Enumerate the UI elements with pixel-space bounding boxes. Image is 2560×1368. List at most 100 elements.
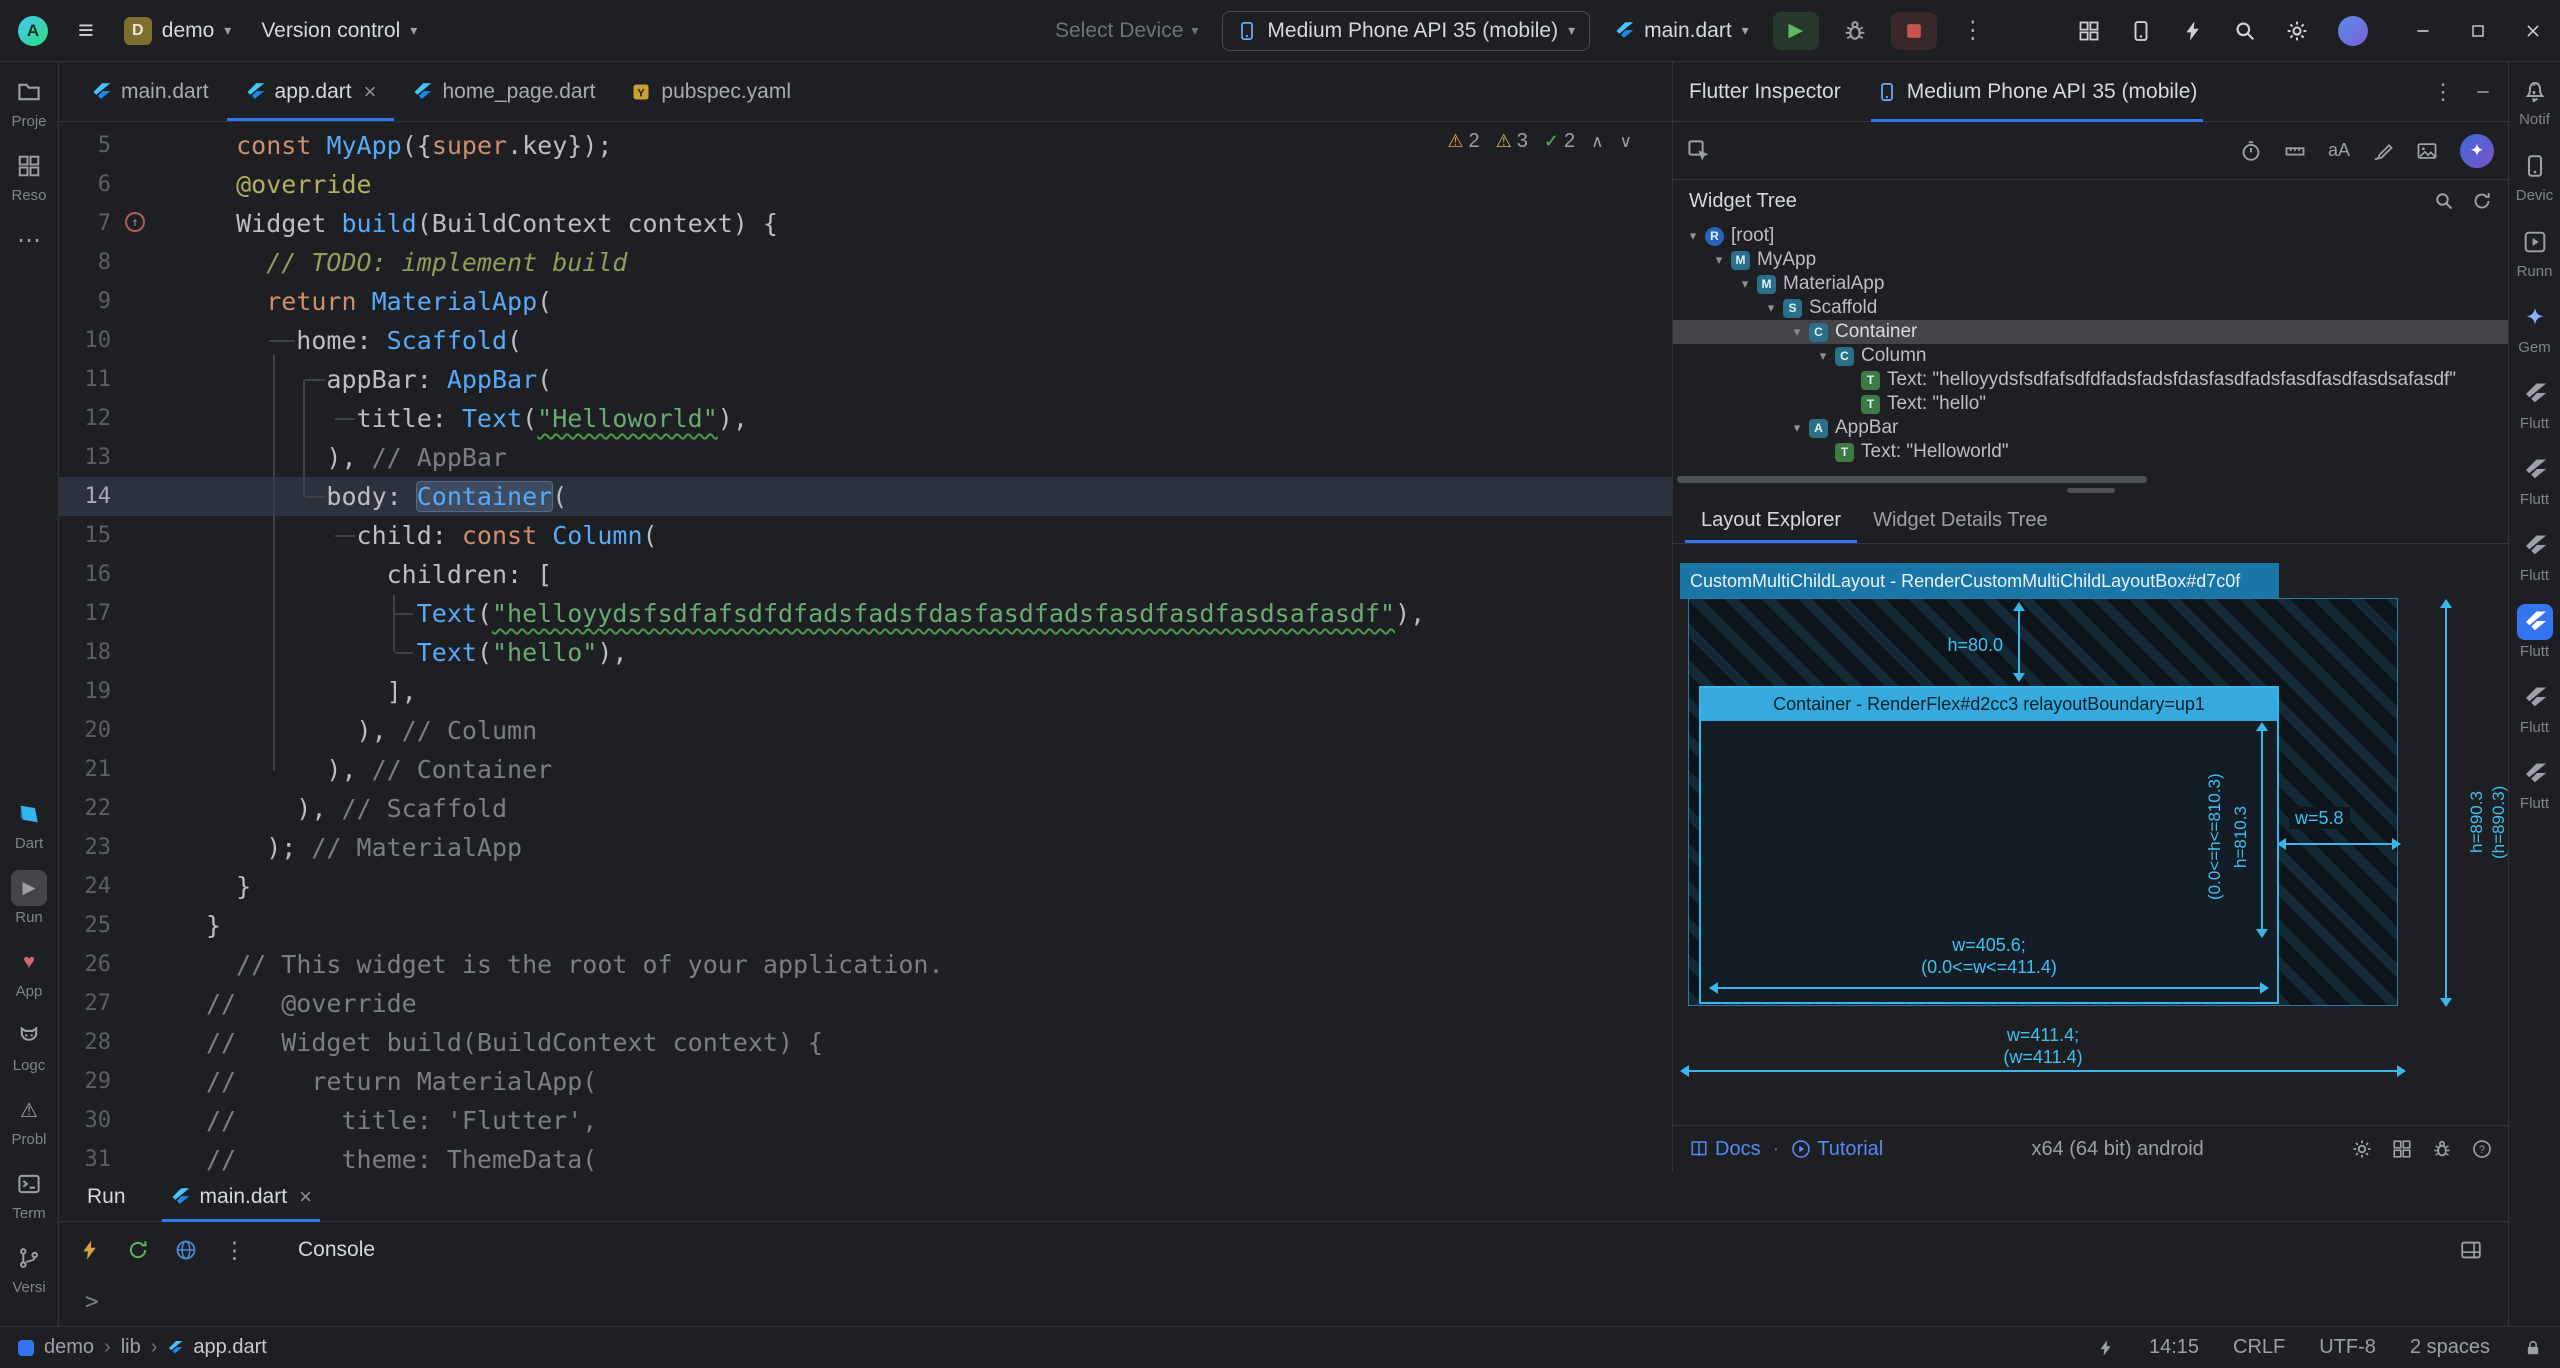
slow-animations-icon[interactable] [2240, 140, 2262, 162]
close-tab-icon[interactable]: × [299, 1184, 312, 1210]
show-guidelines-icon[interactable] [2284, 140, 2306, 162]
run-configuration-selector[interactable]: main.dart ▾ [1614, 19, 1749, 43]
minimize-button[interactable] [2414, 22, 2432, 40]
line-number[interactable]: 14 [59, 477, 111, 516]
chevron-down-icon[interactable]: ▾ [1709, 252, 1729, 268]
toolwindow-button-flutter-attach[interactable]: Flutt [2509, 680, 2560, 736]
caret-position[interactable]: 14:15 [2149, 1336, 2199, 1359]
run-tab-main-dart[interactable]: main.dart × [162, 1172, 320, 1222]
inspector-settings-icon[interactable] [2352, 1139, 2372, 1159]
tree-node-Container[interactable]: ▾CContainer [1673, 320, 2508, 344]
tree-node-Text[interactable]: TText: "helloyydsfsdfafsdfdfadsfadsfdasf… [1673, 368, 2508, 392]
code-line[interactable]: 6 @override [59, 165, 1672, 204]
select-widget-mode-icon[interactable] [1687, 139, 1711, 163]
code-line[interactable]: 7↑ Widget build(BuildContext context) { [59, 204, 1672, 243]
toolwindow-button-flutter-deep-links[interactable]: Flutt [2509, 756, 2560, 812]
line-number[interactable]: 30 [59, 1101, 111, 1140]
code-line[interactable]: 12 title: Text("Helloworld"), [59, 399, 1672, 438]
code-line[interactable]: 22 ), // Scaffold [59, 789, 1672, 828]
code-line[interactable]: 28// Widget build(BuildContext context) … [59, 1023, 1672, 1062]
editor-tab-app.dart[interactable]: app.dart× [227, 62, 395, 121]
highlight-repaints-icon[interactable] [2372, 140, 2394, 162]
code-line[interactable]: 20 ), // Column [59, 711, 1672, 750]
inspector-device-tab[interactable]: Medium Phone API 35 (mobile) [1871, 62, 2204, 122]
tutorial-link[interactable]: Tutorial [1791, 1138, 1883, 1161]
warnings-count[interactable]: ⚠ 2 [1447, 130, 1479, 153]
hide-panel-icon[interactable] [2474, 83, 2492, 101]
line-number[interactable]: 8 [59, 243, 111, 282]
settings-icon[interactable] [2286, 20, 2308, 42]
project-selector[interactable]: D demo ▾ [124, 17, 232, 45]
code-line[interactable]: 18 Text("hello"), [59, 633, 1672, 672]
gemini-button[interactable] [2460, 134, 2494, 168]
toolwindow-button-terminal[interactable]: Term [0, 1166, 58, 1222]
toolwindow-button-resource-manager[interactable]: Reso [0, 148, 58, 204]
chevron-down-icon[interactable]: ▾ [1787, 420, 1807, 436]
tree-node-MyApp[interactable]: ▾MMyApp [1673, 248, 2508, 272]
hot-reload-icon[interactable] [79, 1239, 101, 1261]
close-button[interactable] [2524, 22, 2542, 40]
line-number[interactable]: 10 [59, 321, 111, 360]
code-line[interactable]: 25} [59, 906, 1672, 945]
highlight-oversized-images-icon[interactable] [2416, 140, 2438, 162]
editor-tab-main.dart[interactable]: main.dart [73, 62, 227, 121]
tree-node-Scaffold[interactable]: ▾SScaffold [1673, 296, 2508, 320]
layout-settings-icon[interactable] [2460, 1239, 2482, 1261]
tab-widget-details-tree[interactable]: Widget Details Tree [1857, 498, 2064, 543]
close-tab-icon[interactable]: × [364, 79, 377, 105]
line-number[interactable]: 13 [59, 438, 111, 477]
line-separator[interactable]: CRLF [2233, 1336, 2285, 1359]
toolwindow-button-app-quality-insights[interactable]: ♥App [0, 944, 58, 1000]
code-line[interactable]: 29// return MaterialApp( [59, 1062, 1672, 1101]
open-devtools-icon[interactable] [175, 1239, 197, 1261]
toolwindow-button-problems[interactable]: ⚠Probl [0, 1092, 58, 1148]
search-icon[interactable] [2234, 20, 2256, 42]
line-number[interactable]: 24 [59, 867, 111, 906]
line-number[interactable]: 25 [59, 906, 111, 945]
bug-report-icon[interactable] [2432, 1139, 2452, 1159]
code-line[interactable]: 15 child: const Column( [59, 516, 1672, 555]
code-line[interactable]: 16 children: [ [59, 555, 1672, 594]
device-manager-icon[interactable] [2078, 20, 2100, 42]
line-number[interactable]: 17 [59, 594, 111, 633]
line-number[interactable]: 21 [59, 750, 111, 789]
console-output[interactable]: > [59, 1278, 2508, 1326]
breadcrumb-folder[interactable]: lib [121, 1336, 141, 1359]
tab-options-icon[interactable]: ⋮ [2522, 62, 2546, 122]
weak-warnings-count[interactable]: ⚠ 3 [1496, 130, 1528, 153]
code-line[interactable]: 27// @override [59, 984, 1672, 1023]
run-button[interactable]: ▶ [1773, 12, 1819, 50]
prev-issue-icon[interactable]: ∧ [1591, 132, 1603, 152]
line-number[interactable]: 5 [59, 126, 111, 165]
toolwindow-button-run[interactable]: ▶Run [0, 870, 58, 926]
code-line[interactable]: 23 ); // MaterialApp [59, 828, 1672, 867]
override-gutter-icon[interactable]: ↑ [125, 212, 145, 232]
user-avatar[interactable] [2338, 16, 2368, 46]
more-actions-icon[interactable]: ⋮ [223, 1237, 246, 1264]
extensions-icon[interactable] [2392, 1139, 2412, 1159]
editor-tab-home_page.dart[interactable]: home_page.dart [394, 62, 613, 121]
chevron-down-icon[interactable]: ▾ [1761, 300, 1781, 316]
passed-count[interactable]: ✓ 2 [1544, 130, 1575, 153]
code-line[interactable]: 13 ), // AppBar [59, 438, 1672, 477]
toolwindow-button-gemini[interactable]: Gem [2509, 300, 2560, 356]
lightning-icon[interactable] [2182, 20, 2204, 42]
toolwindow-button-logcat[interactable]: Logc [0, 1018, 58, 1074]
code-line[interactable]: 24 } [59, 867, 1672, 906]
vcs-widget[interactable]: Version control ▾ [261, 19, 417, 43]
code-line[interactable]: 30// title: 'Flutter', [59, 1101, 1672, 1140]
docs-link[interactable]: Docs [1689, 1138, 1761, 1161]
show-baselines-icon[interactable]: aA [2328, 140, 2350, 161]
horizontal-scrollbar[interactable] [1677, 476, 2147, 483]
next-issue-icon[interactable]: ∨ [1620, 132, 1632, 152]
line-number[interactable]: 16 [59, 555, 111, 594]
line-number[interactable]: 31 [59, 1140, 111, 1172]
file-encoding[interactable]: UTF-8 [2319, 1336, 2376, 1359]
code-editor[interactable]: 5 const MyApp({super.key});6 @override7↑… [59, 122, 1672, 1172]
panel-options-icon[interactable]: ⋮ [2432, 79, 2454, 105]
line-number[interactable]: 22 [59, 789, 111, 828]
code-line[interactable]: 9 return MaterialApp( [59, 282, 1672, 321]
code-line[interactable]: 31// theme: ThemeData( [59, 1140, 1672, 1172]
select-device-dropdown[interactable]: Select Device ▾ [1055, 19, 1198, 43]
line-number[interactable]: 15 [59, 516, 111, 555]
